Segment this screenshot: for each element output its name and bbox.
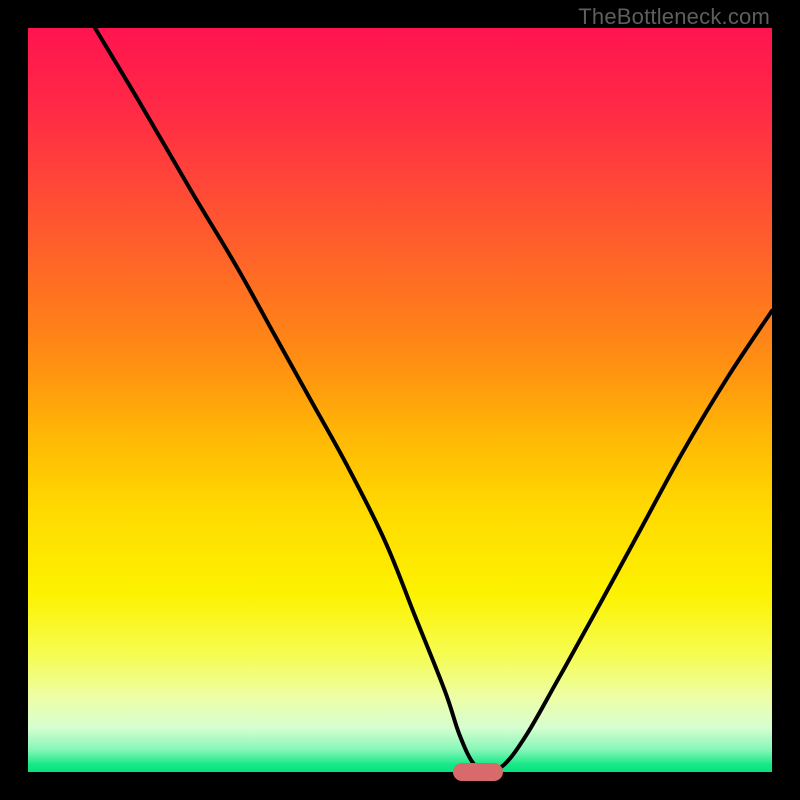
chart-plot-area: [28, 28, 772, 772]
chart-frame: TheBottleneck.com: [0, 0, 800, 800]
watermark-text: TheBottleneck.com: [578, 4, 770, 30]
bottleneck-curve-line: [28, 28, 772, 772]
optimal-range-marker: [453, 763, 504, 781]
